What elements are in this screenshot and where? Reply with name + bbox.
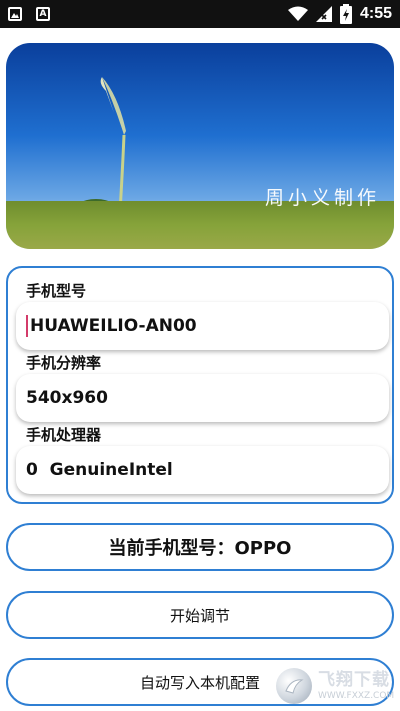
start-adjust-button[interactable]: 开始调节 [6,591,394,639]
banner-image: 周小义制作 [6,43,394,249]
start-adjust-label: 开始调节 [169,606,230,625]
processor-label: 手机处理器 [26,426,102,444]
current-model-display: 当前手机型号：OPPO [6,523,394,571]
signal-icon [315,6,332,22]
battery-icon [339,4,352,24]
resolution-input[interactable]: 540x960 [16,374,389,422]
watermark-logo-icon [276,668,312,704]
gallery-icon [8,7,22,21]
current-model-text: 当前手机型号：OPPO [108,538,292,559]
status-left-icons: A [8,7,50,21]
resolution-input-value: 540x960 [26,388,108,408]
status-bar: A 4:55 [0,0,400,28]
processor-input-value: 0 GenuineIntel [26,460,173,480]
watermark-text: 飞翔下载 WWW.FXXZ.COM [318,669,395,701]
resolution-label: 手机分辨率 [26,354,102,372]
status-right-icons: 4:55 [287,4,392,24]
watermark-url: WWW.FXXZ.COM [318,690,395,701]
model-input[interactable]: HUAWEILIO-AN00 [16,302,389,350]
font-icon: A [36,7,50,21]
watermark-name: 飞翔下载 [318,669,390,690]
status-time: 4:55 [359,5,392,22]
model-label: 手机型号 [26,282,87,300]
model-input-value: HUAWEILIO-AN00 [30,316,197,336]
auto-write-config-label: 自动写入本机配置 [139,673,260,692]
processor-input[interactable]: 0 GenuineIntel [16,446,389,494]
device-info-panel: 手机型号 HUAWEILIO-AN00 手机分辨率 540x960 手机处理器 … [6,266,394,504]
banner-signature: 周小义制作 [264,187,380,209]
text-caret [26,315,28,337]
wifi-icon [287,6,308,21]
watermark: 飞翔下载 WWW.FXXZ.COM [276,664,398,708]
